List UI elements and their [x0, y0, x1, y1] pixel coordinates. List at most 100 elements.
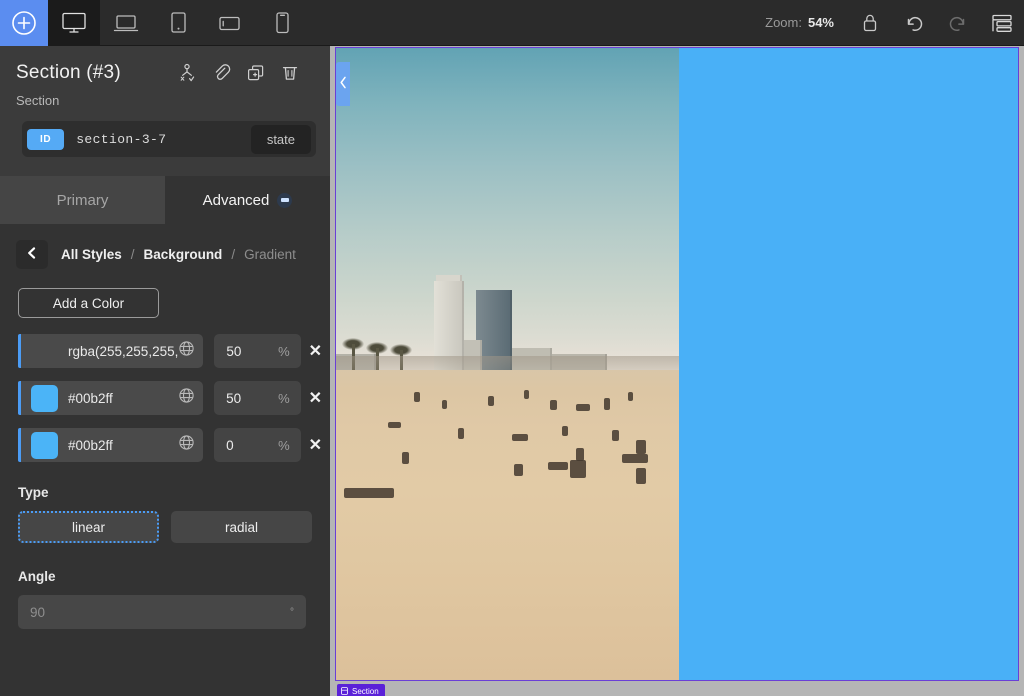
- lock-icon: [861, 12, 879, 34]
- color-stop-input-2[interactable]: 50 %: [214, 381, 301, 415]
- zoom-control[interactable]: Zoom: 54%: [765, 0, 848, 45]
- breadcrumb-item-background[interactable]: Background: [144, 247, 223, 262]
- beach-person: [636, 440, 646, 454]
- gradient-type-linear-button[interactable]: linear: [18, 511, 159, 543]
- breadcrumb: All Styles / Background / Gradient: [0, 224, 330, 269]
- breadcrumb-item-all-styles[interactable]: All Styles: [61, 247, 122, 262]
- trash-icon: [280, 63, 300, 83]
- tab-advanced-label: Advanced: [202, 191, 270, 209]
- color-value-text-3: #00b2ff: [68, 437, 113, 453]
- remove-color-button-3[interactable]: ✕: [301, 435, 330, 455]
- beach-person: [622, 454, 648, 463]
- breadcrumb-back-button[interactable]: [16, 240, 48, 269]
- beach-person: [458, 428, 464, 439]
- color-swatch-1[interactable]: [31, 338, 58, 365]
- tab-primary[interactable]: Primary: [0, 176, 165, 224]
- color-stop-value-3: 0: [226, 437, 234, 453]
- undo-icon: [903, 12, 925, 34]
- duplicate-button[interactable]: [246, 63, 266, 83]
- move-node-button[interactable]: [178, 63, 198, 83]
- color-stop-value-1: 50: [226, 343, 242, 359]
- breadcrumb-separator-1: /: [130, 247, 135, 262]
- mobile-icon: [272, 11, 292, 35]
- beach-person: [576, 404, 590, 411]
- layers-panel-button[interactable]: [980, 0, 1024, 46]
- tablet-landscape-icon: [217, 12, 243, 34]
- device-button-tablet-portrait[interactable]: [152, 0, 204, 46]
- duplicate-icon: [246, 63, 266, 83]
- element-id-input[interactable]: section-3-7: [64, 132, 251, 147]
- color-value-input-3[interactable]: #00b2ff: [21, 428, 204, 462]
- canvas-area[interactable]: Section: [330, 46, 1024, 696]
- move-node-icon: [178, 63, 198, 83]
- beach-person: [524, 390, 529, 399]
- beach-person: [562, 426, 568, 436]
- color-value-input-1[interactable]: rgba(255,255,255,: [21, 334, 204, 368]
- color-stop-input-1[interactable]: 50 %: [214, 334, 301, 368]
- lock-button[interactable]: [848, 0, 892, 46]
- zoom-label: Zoom:: [765, 15, 802, 30]
- breadcrumb-separator-2: /: [231, 247, 236, 262]
- link-icon: [212, 63, 232, 83]
- add-element-button[interactable]: [0, 0, 48, 46]
- app-root: Zoom: 54% Section (#3) Section ID sectio…: [0, 0, 1024, 696]
- state-button[interactable]: state: [250, 124, 311, 154]
- color-value-input-2[interactable]: #00b2ff: [21, 381, 204, 415]
- panel-content: All Styles / Background / Gradient Add a…: [0, 224, 330, 696]
- section-badge[interactable]: Section: [337, 684, 385, 696]
- device-button-desktop[interactable]: [48, 0, 100, 46]
- panel-header-row: Section (#3): [16, 62, 314, 84]
- beach-person: [512, 434, 528, 441]
- plus-circle-icon: [11, 10, 37, 36]
- beach-person: [628, 392, 633, 401]
- beach-person: [414, 392, 420, 402]
- beach-person: [550, 400, 557, 410]
- type-label: Type: [18, 485, 49, 500]
- gradient-type-radial-button[interactable]: radial: [171, 511, 312, 543]
- link-button[interactable]: [212, 63, 232, 83]
- tablet-portrait-icon: [167, 11, 189, 35]
- color-global-button-1[interactable]: [178, 340, 195, 362]
- color-swatch-2[interactable]: [31, 384, 58, 412]
- frame-resize-handle[interactable]: [336, 62, 350, 106]
- device-button-laptop[interactable]: [100, 0, 152, 46]
- gradient-fill-region: [679, 48, 1018, 680]
- redo-button[interactable]: [936, 0, 980, 46]
- page-title: Section (#3): [16, 62, 121, 83]
- add-color-button[interactable]: Add a Color: [18, 288, 159, 318]
- color-global-button-2[interactable]: [178, 387, 195, 409]
- beach-person: [548, 462, 568, 470]
- device-button-tablet-landscape[interactable]: [204, 0, 256, 46]
- angle-value: 90: [30, 604, 46, 620]
- beach-person: [612, 430, 619, 441]
- desktop-icon: [61, 11, 87, 35]
- globe-icon: [178, 434, 195, 456]
- top-toolbar: Zoom: 54%: [0, 0, 1024, 46]
- beach-person: [570, 460, 586, 478]
- element-id-row: ID section-3-7 state: [22, 121, 316, 157]
- gradient-type-group: linear radial: [0, 500, 330, 543]
- color-value-text-1: rgba(255,255,255,: [68, 343, 179, 359]
- remove-color-button-2[interactable]: ✕: [301, 388, 330, 408]
- color-stop-row: rgba(255,255,255, 50 % ✕: [0, 334, 330, 368]
- color-stop-input-3[interactable]: 0 %: [214, 428, 301, 462]
- color-global-button-3[interactable]: [178, 434, 195, 456]
- delete-button[interactable]: [280, 63, 300, 83]
- remove-color-button-1[interactable]: ✕: [301, 341, 330, 361]
- globe-icon: [178, 340, 195, 362]
- breadcrumb-item-gradient: Gradient: [244, 247, 296, 262]
- panel-tabs: Primary Advanced: [0, 176, 330, 224]
- id-badge[interactable]: ID: [27, 128, 65, 150]
- sand-area: [336, 370, 679, 680]
- beach-person: [488, 396, 494, 406]
- undo-button[interactable]: [892, 0, 936, 46]
- device-button-mobile[interactable]: [256, 0, 308, 46]
- angle-input[interactable]: 90 °: [18, 595, 306, 629]
- tab-advanced[interactable]: Advanced: [165, 176, 330, 224]
- section-frame[interactable]: [335, 47, 1019, 681]
- color-swatch-3[interactable]: [31, 431, 58, 459]
- background-photo: [336, 48, 679, 680]
- beach-person: [636, 468, 646, 484]
- beach-person: [344, 488, 394, 498]
